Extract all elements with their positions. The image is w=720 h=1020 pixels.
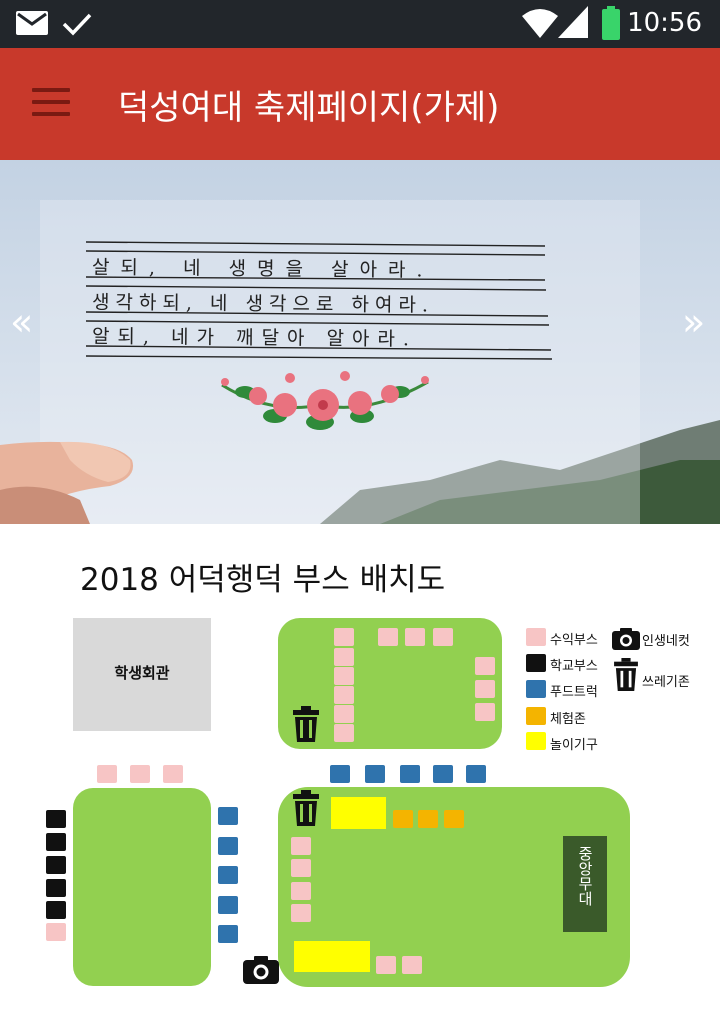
- student-hall-label: 학생회관: [114, 664, 170, 682]
- booth-map: 2018 어덕행덕 부스 배치도 학생회관 중앙무대 수익부스 학교부스 푸드트…: [0, 524, 720, 1020]
- school-booth: [46, 810, 66, 828]
- profit-booth: [46, 923, 66, 941]
- experience-zone-booth: [444, 810, 464, 828]
- cell-signal-icon: [558, 6, 588, 38]
- profit-booth: [402, 956, 422, 974]
- mail-icon: [16, 11, 48, 35]
- legend-swatch-profit: [526, 628, 546, 646]
- profit-booth: [334, 667, 354, 685]
- profit-booth: [405, 628, 425, 646]
- food-truck: [218, 866, 238, 884]
- school-booth: [46, 879, 66, 897]
- ride-area: [294, 941, 370, 972]
- legend-swatch-food-truck: [526, 680, 546, 698]
- legend-label-school: 학교부스: [550, 659, 598, 674]
- legend-label-photo-booth: 인생네컷: [642, 634, 690, 649]
- legend-label-food-truck: 푸드트럭: [550, 685, 598, 700]
- ride-area: [331, 797, 386, 829]
- school-booth: [46, 856, 66, 874]
- page-title: 덕성여대 축제페이지(가제): [118, 88, 500, 128]
- experience-zone-booth: [418, 810, 438, 828]
- central-stage-label: 중앙무대: [576, 846, 594, 906]
- legend-label-ride: 놀이기구: [550, 738, 598, 753]
- central-stage: 중앙무대: [563, 836, 607, 932]
- profit-booth: [433, 628, 453, 646]
- trash-can-icon: [293, 706, 319, 742]
- profit-booth: [376, 956, 396, 974]
- food-truck: [433, 765, 453, 783]
- profit-booth: [334, 648, 354, 666]
- profit-booth: [378, 628, 398, 646]
- wifi-icon: [522, 9, 558, 38]
- zone-left: [73, 788, 211, 986]
- food-truck: [365, 765, 385, 783]
- camera-icon: [612, 628, 640, 650]
- profit-booth: [334, 724, 354, 742]
- trash-can-icon: [614, 658, 638, 691]
- carousel-prev-button[interactable]: «: [10, 300, 33, 344]
- profit-booth: [291, 904, 311, 922]
- check-icon: [62, 13, 92, 36]
- experience-zone-booth: [393, 810, 413, 828]
- profit-booth: [97, 765, 117, 783]
- profit-booth: [163, 765, 183, 783]
- food-truck: [218, 837, 238, 855]
- banner-line-3: 알되, 네가 깨달아 알아라.: [91, 325, 418, 351]
- status-bar: 10:56: [0, 0, 720, 48]
- school-booth: [46, 901, 66, 919]
- trash-can-icon: [293, 790, 319, 826]
- legend-swatch-school: [526, 654, 546, 672]
- school-booth: [46, 833, 66, 851]
- booth-map-title: 2018 어덕행덕 부스 배치도: [80, 562, 446, 598]
- food-truck: [400, 765, 420, 783]
- banner-carousel: 살되, 네 생명을 살아라. 생각하되, 네 생각으로 하여라. 알되, 네가 …: [0, 160, 720, 524]
- legend-label-trash-zone: 쓰레기존: [642, 675, 690, 690]
- app-bar: 덕성여대 축제페이지(가제): [0, 48, 720, 160]
- profit-booth: [334, 686, 354, 704]
- food-truck: [330, 765, 350, 783]
- profit-booth: [291, 837, 311, 855]
- legend-label-experience: 체험존: [550, 712, 586, 727]
- camera-icon: [243, 956, 279, 984]
- legend-label-profit: 수익부스: [550, 633, 598, 648]
- profit-booth: [334, 628, 354, 646]
- profit-booth: [130, 765, 150, 783]
- legend-swatch-experience: [526, 707, 546, 725]
- food-truck: [218, 925, 238, 943]
- profit-booth: [475, 680, 495, 698]
- hamburger-menu-icon[interactable]: [32, 88, 72, 118]
- profit-booth: [475, 657, 495, 675]
- profit-booth: [291, 882, 311, 900]
- status-time: 10:56: [627, 8, 702, 38]
- food-truck: [218, 896, 238, 914]
- banner-line-1: 살되, 네 생명을 살아라.: [91, 256, 434, 282]
- banner-line-2: 생각하되, 네 생각으로 하여라.: [91, 291, 435, 317]
- food-truck: [466, 765, 486, 783]
- profit-booth: [334, 705, 354, 723]
- profit-booth: [475, 703, 495, 721]
- student-hall: 학생회관: [73, 618, 211, 731]
- carousel-next-button[interactable]: »: [682, 300, 705, 344]
- legend-swatch-ride: [526, 732, 546, 750]
- battery-icon: [602, 6, 620, 40]
- profit-booth: [291, 859, 311, 877]
- food-truck: [218, 807, 238, 825]
